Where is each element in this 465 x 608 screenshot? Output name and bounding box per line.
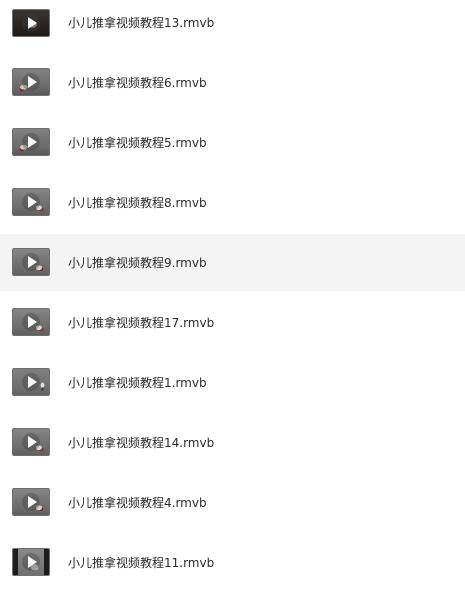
- file-row[interactable]: 小儿推拿视频教程5.rmvb: [0, 114, 465, 171]
- file-name: 小儿推拿视频教程6.rmvb: [68, 76, 207, 90]
- video-thumbnail-icon: [12, 428, 50, 456]
- file-row[interactable]: 小儿推拿视频教程13.rmvb: [0, 0, 465, 52]
- file-name: 小儿推拿视频教程13.rmvb: [68, 16, 215, 30]
- file-name: 小儿推拿视频教程4.rmvb: [68, 496, 207, 510]
- video-thumbnail-icon: [12, 68, 50, 96]
- file-name: 小儿推拿视频教程17.rmvb: [68, 316, 215, 330]
- file-row[interactable]: 小儿推拿视频教程1.rmvb: [0, 354, 465, 411]
- video-thumbnail-icon: [12, 9, 50, 37]
- video-thumbnail-icon: [12, 248, 50, 276]
- file-name: 小儿推拿视频教程8.rmvb: [68, 196, 207, 210]
- video-thumbnail-icon: [12, 188, 50, 216]
- file-row[interactable]: 小儿推拿视频教程8.rmvb: [0, 174, 465, 231]
- video-thumbnail-icon: [12, 308, 50, 336]
- video-thumbnail-icon: [12, 548, 50, 576]
- file-row[interactable]: 小儿推拿视频教程9.rmvb: [0, 234, 465, 291]
- file-name: 小儿推拿视频教程14.rmvb: [68, 436, 215, 450]
- file-name: 小儿推拿视频教程5.rmvb: [68, 136, 207, 150]
- file-name: 小儿推拿视频教程1.rmvb: [68, 376, 207, 390]
- file-list: 小儿推拿视频教程13.rmvb 小儿推拿视频教程6.rmvb 小儿推拿视频教程5…: [0, 0, 465, 608]
- file-row[interactable]: 小儿推拿视频教程4.rmvb: [0, 474, 465, 531]
- video-thumbnail-icon: [12, 128, 50, 156]
- file-row[interactable]: 小儿推拿视频教程17.rmvb: [0, 294, 465, 351]
- file-row[interactable]: 小儿推拿视频教程6.rmvb: [0, 54, 465, 111]
- video-thumbnail-icon: [12, 368, 50, 396]
- file-row[interactable]: 小儿推拿视频教程11.rmvb: [0, 534, 465, 591]
- file-name: 小儿推拿视频教程11.rmvb: [68, 556, 215, 570]
- file-name: 小儿推拿视频教程9.rmvb: [68, 256, 207, 270]
- file-row[interactable]: 小儿推拿视频教程14.rmvb: [0, 414, 465, 471]
- video-thumbnail-icon: [12, 488, 50, 516]
